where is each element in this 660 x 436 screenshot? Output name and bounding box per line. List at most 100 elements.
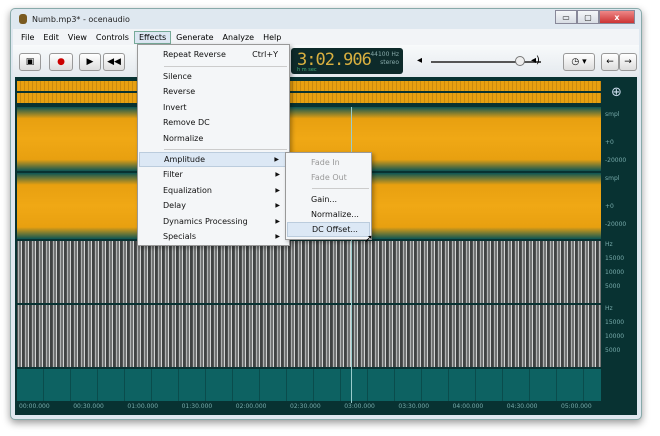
play-icon: ▶ [86,57,94,67]
timeline-tick-label: 04:00.000 [452,403,484,410]
menu-item-label: Remove DC [163,118,210,127]
menu-item-fade-out[interactable]: Fade Out [287,170,370,185]
menu-item-label: Dynamics Processing [163,217,248,226]
timeline-tick-label: 02:30.000 [290,403,321,410]
axis-label: smpl [605,175,620,182]
clock-icon: ◷ ▾ [571,57,587,67]
record-icon: ● [57,57,65,67]
spectrogram-left[interactable] [17,241,601,303]
timeline-track[interactable] [17,369,601,401]
menu-item-label: Gain... [311,195,338,204]
maximize-button[interactable]: ▢ [577,10,599,24]
menu-item-silence[interactable]: Silence [139,69,288,84]
axis-label: Hz [605,305,613,312]
rewind-icon: ◀◀ [107,57,121,67]
menu-item-label: DC Offset... [312,225,358,234]
submenu-arrow-icon: ▶ [275,218,280,225]
menu-separator [312,188,369,189]
axis-label: Hz [605,241,613,248]
menu-item-label: Invert [163,103,187,112]
clock-dropdown-button[interactable]: ◷ ▾ [563,53,595,71]
timeline-tick-label: 02:00.000 [235,403,267,410]
app-icon [19,14,27,24]
menu-item-gain[interactable]: Gain... [287,192,370,207]
menu-separator [164,66,287,67]
timeline-tick-label: 03:30.000 [398,403,430,410]
sample-rate: 44100 Hz [370,51,399,58]
menu-item-label: Fade Out [311,173,347,182]
menu-item-delay[interactable]: Delay ▶ [139,198,288,213]
menu-item-fade-in[interactable]: Fade In [287,155,370,170]
timeline-tick-label: 00:00.000 [19,403,50,410]
volume-low-icon: ◂ [417,55,423,66]
axis-label: 10000 [605,333,625,340]
menu-item-label: Silence [163,72,192,81]
arrow-left-icon: ← [606,57,614,67]
menu-item-amplitude[interactable]: Amplitude ▶ [139,152,288,167]
title-bar: Numb.mp3* - ocenaudio ▭ ▢ x [11,9,641,29]
menu-analyze[interactable]: Analyze [219,32,259,43]
menu-controls[interactable]: Controls [92,32,133,43]
record-button[interactable]: ● [49,53,73,71]
menu-help[interactable]: Help [259,32,285,43]
spectrogram-right[interactable] [17,305,601,367]
mouse-cursor-icon: ➚ [364,232,374,245]
menu-view[interactable]: View [64,32,91,43]
timeline-tick-label: 01:00.000 [127,403,159,410]
minimize-button[interactable]: ▭ [555,10,577,24]
menu-item-remove-dc[interactable]: Remove DC [139,115,288,130]
axis-label: -20000 [605,221,627,228]
menu-item-label: Normalize [163,134,204,143]
menu-item-label: Fade In [311,158,340,167]
axis-label: 5000 [605,347,621,354]
menu-file[interactable]: File [17,32,38,43]
window-title: Numb.mp3* - ocenaudio [32,14,130,24]
panel-icon: ▣ [25,57,35,67]
forward-button[interactable]: → [619,53,637,71]
show-panel-button[interactable]: ▣ [19,53,41,71]
menu-item-label: Repeat Reverse [163,50,226,59]
rewind-button[interactable]: ◀◀ [103,53,125,71]
menu-item-label: Amplitude [164,155,205,164]
menu-bar: File Edit View Controls Effects Generate… [13,29,639,45]
submenu-arrow-icon: ▶ [275,171,280,178]
menu-item-normalize[interactable]: Normalize [139,131,288,146]
menu-item-filter[interactable]: Filter ▶ [139,167,288,182]
overview-right[interactable] [17,93,601,103]
menu-item-specials[interactable]: Specials ▶ [139,229,288,244]
axis-label: smpl [605,111,620,118]
menu-item-invert[interactable]: Invert [139,100,288,115]
time-unit: h m sec [297,67,317,73]
close-button[interactable]: x [599,10,635,24]
effects-menu: Repeat Reverse Ctrl+Y Silence Reverse Inv… [137,44,290,246]
axis-label: 10000 [605,269,625,276]
toolbar: ▣ ● ▶ ◀◀ 3:02.906 44100 Hz stereo h m sec… [13,45,639,77]
menu-item-dynamics-processing[interactable]: Dynamics Processing ▶ [139,214,288,229]
menu-separator [164,149,287,150]
menu-item-reverse[interactable]: Reverse [139,84,288,99]
axis-label: +0 [605,203,614,210]
amplitude-submenu: Fade In Fade Out Gain... Normalize... DC… [285,152,372,240]
submenu-arrow-icon: ▶ [275,233,280,240]
overview-left[interactable] [17,81,601,91]
menu-item-dc-offset[interactable]: DC Offset... [287,222,370,237]
zoom-icon[interactable]: ⊕ [611,85,622,100]
channels: stereo [380,59,399,66]
menu-item-repeat-reverse[interactable]: Repeat Reverse Ctrl+Y [139,47,288,62]
time-display: 3:02.906 44100 Hz stereo h m sec [291,48,403,74]
menu-item-normalize-dialog[interactable]: Normalize... [287,207,370,222]
timeline-tick-label: 01:30.000 [181,403,213,410]
timeline-tick-label: 04:30.000 [506,403,538,410]
axis-label: +0 [605,139,614,146]
menu-edit[interactable]: Edit [39,32,63,43]
menu-item-label: Specials [163,232,196,241]
menu-generate[interactable]: Generate [172,32,217,43]
menu-item-label: Normalize... [311,210,359,219]
menu-effects[interactable]: Effects [133,30,172,44]
menu-item-label: Filter [163,170,183,179]
back-button[interactable]: ← [601,53,619,71]
play-button[interactable]: ▶ [79,53,101,71]
waveform-area[interactable]: ⊕ smpl +0 -20000 smpl +0 -20000 Hz 15000… [15,77,637,415]
menu-item-equalization[interactable]: Equalization ▶ [139,183,288,198]
volume-slider-handle[interactable] [515,56,525,66]
